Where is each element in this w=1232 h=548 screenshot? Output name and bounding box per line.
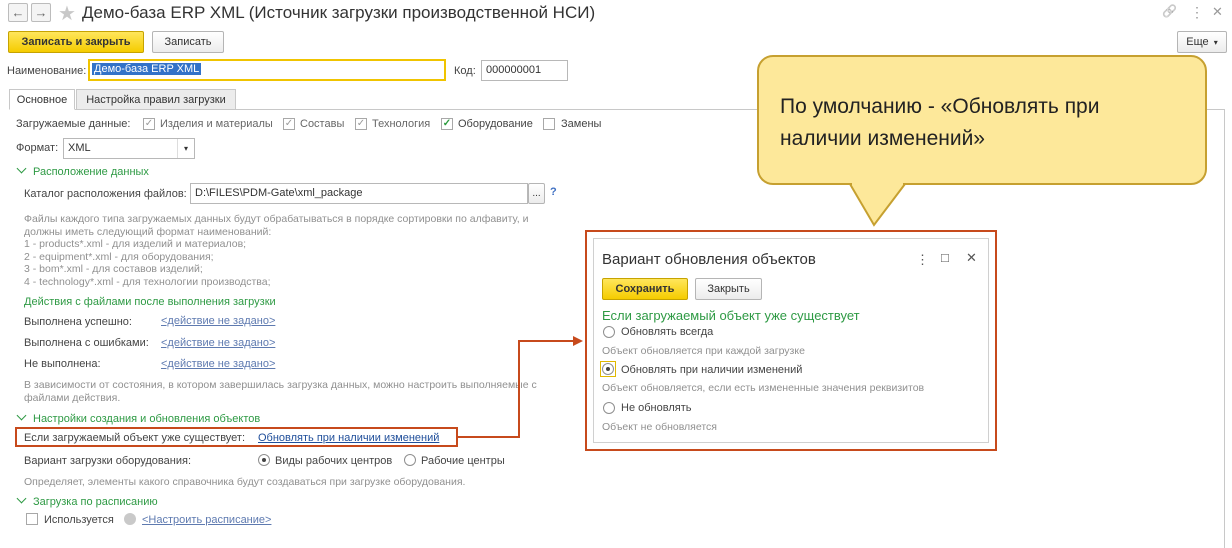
tab-main[interactable]: Основное [9,89,75,110]
callout-pointer-cover [852,180,903,185]
